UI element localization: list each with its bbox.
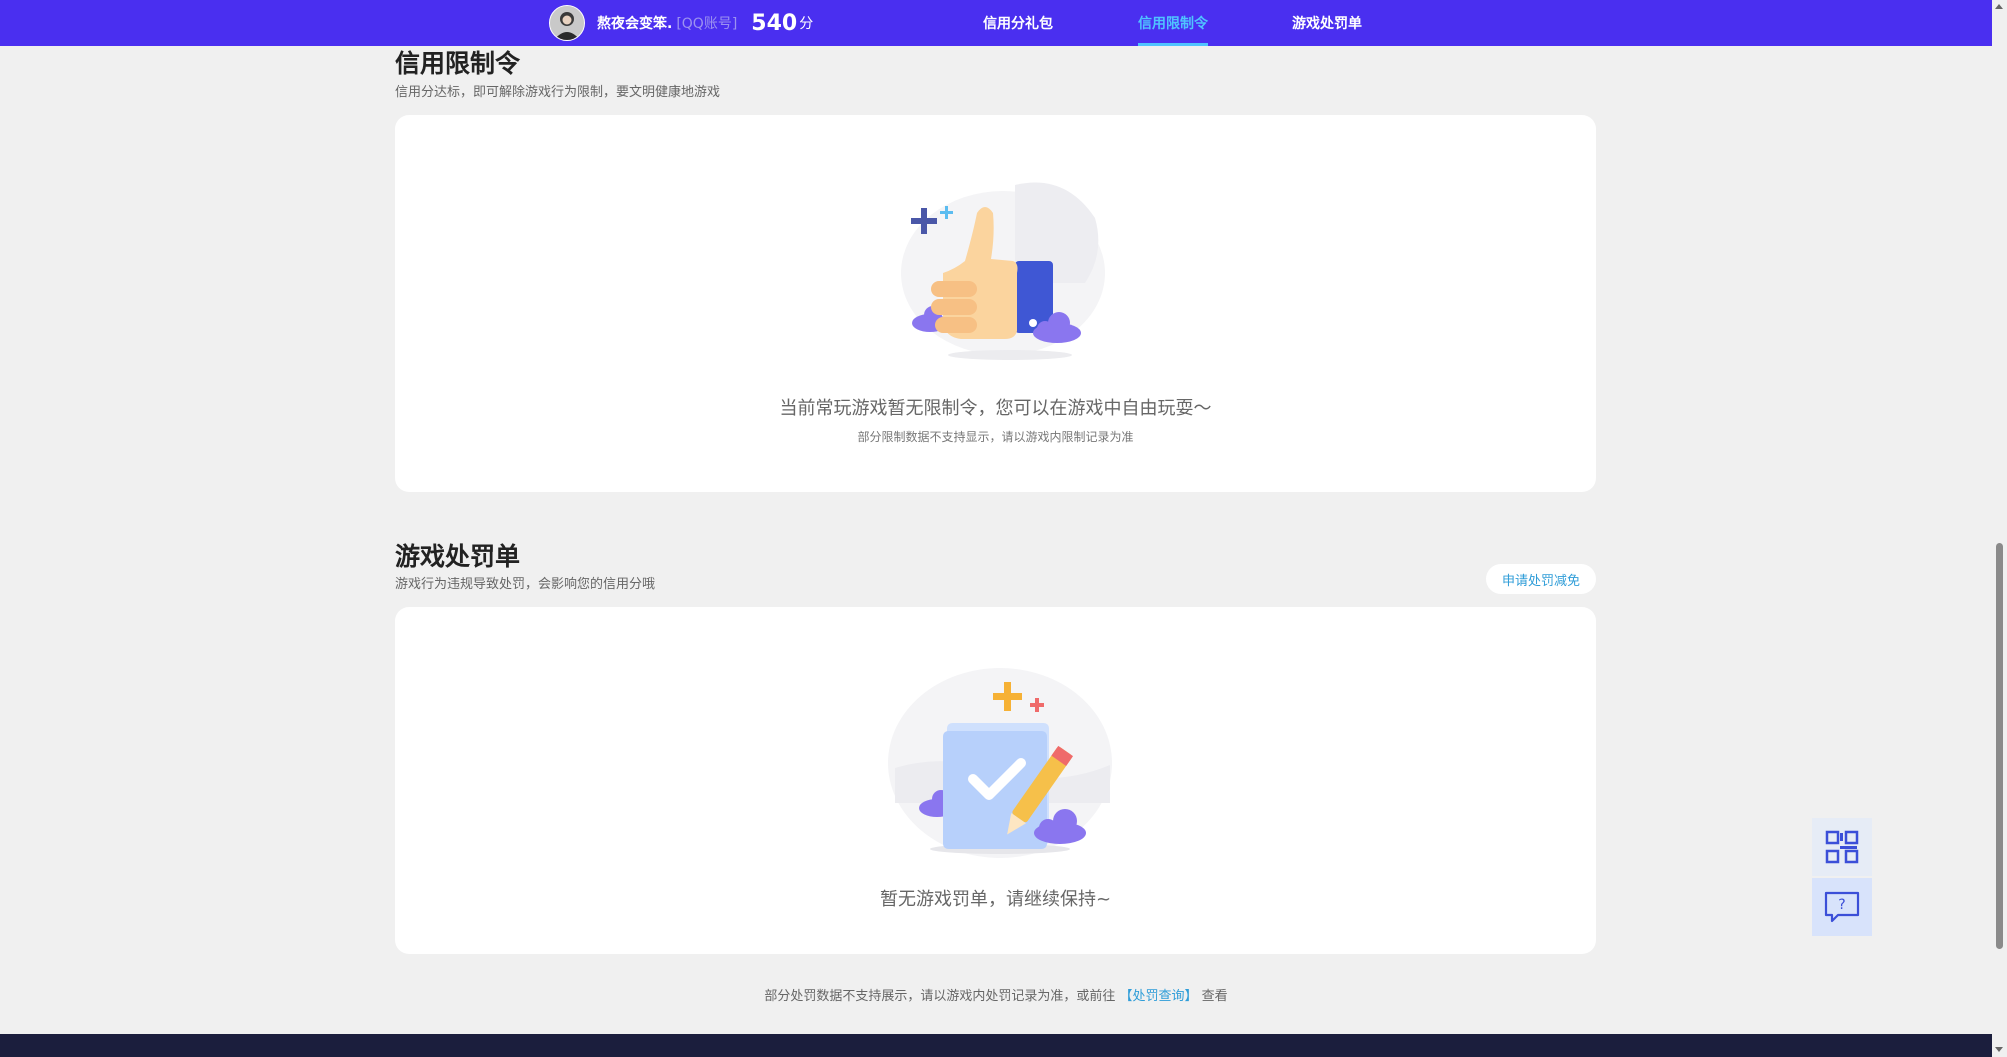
- account-type: [QQ账号]: [676, 16, 738, 32]
- restriction-note: 部分限制数据不支持显示，请以游戏内限制记录为准: [857, 430, 1134, 444]
- scroll-up-arrow[interactable]: [1995, 4, 2003, 9]
- penalty-empty-text: 暂无游戏罚单，请继续保持~: [879, 889, 1112, 910]
- qrcode-button[interactable]: [1812, 818, 1872, 876]
- penalty-query-link[interactable]: 【处罚查询】: [1119, 989, 1197, 1004]
- thumbs-up-illustration: [895, 173, 1105, 363]
- penalty-footnote: 部分处罚数据不支持展示，请以游戏内处罚记录为准，或前往 【处罚查询】 查看: [0, 985, 1992, 1004]
- scroll-thumb[interactable]: [1996, 543, 2003, 949]
- restriction-section-subtitle: 信用分达标，即可解除游戏行为限制，要文明健康地游戏: [395, 85, 721, 100]
- username: 熬夜会变笨.: [597, 16, 673, 32]
- svg-text:?: ?: [1838, 897, 1845, 913]
- tab-credit-gift[interactable]: 信用分礼包: [983, 0, 1053, 46]
- tab-game-penalty[interactable]: 游戏处罚单: [1292, 0, 1362, 46]
- penalty-card: 暂无游戏罚单，请继续保持~: [395, 607, 1596, 954]
- restriction-card: 当前常玩游戏暂无限制令，您可以在游戏中自由玩耍～ 部分限制数据不支持显示，请以游…: [395, 115, 1596, 492]
- qrcode-icon: [1825, 830, 1859, 864]
- scroll-down-arrow[interactable]: [1995, 1047, 2003, 1052]
- help-feedback-button[interactable]: ?: [1812, 878, 1872, 936]
- penalty-section-title: 游戏处罚单: [395, 542, 521, 571]
- restriction-empty-text: 当前常玩游戏暂无限制令，您可以在游戏中自由玩耍～: [779, 398, 1212, 419]
- restriction-section-title: 信用限制令: [395, 49, 521, 78]
- avatar[interactable]: [549, 5, 585, 41]
- user-info: 熬夜会变笨. [QQ账号] 540 分: [549, 5, 813, 41]
- top-navigation-bar: 熬夜会变笨. [QQ账号] 540 分 信用分礼包 信用限制令 游戏处罚单: [0, 0, 1992, 46]
- help-chat-icon: ?: [1824, 891, 1860, 923]
- credit-score-unit: 分: [799, 16, 814, 32]
- tab-credit-restriction[interactable]: 信用限制令: [1138, 0, 1208, 46]
- credit-score: 540: [751, 10, 798, 36]
- apply-penalty-reduction-button[interactable]: 申请处罚减免: [1486, 564, 1596, 594]
- page-footer-bar: [0, 1034, 1992, 1057]
- footnote-text: 部分处罚数据不支持展示，请以游戏内处罚记录为准，或前往: [764, 989, 1116, 1004]
- page-scrollbar[interactable]: [1992, 0, 2007, 1057]
- penalty-section-subtitle: 游戏行为违规导致处罚，会影响您的信用分哦: [395, 577, 656, 592]
- checklist-illustration: [885, 653, 1115, 858]
- footnote-suffix: 查看: [1201, 989, 1228, 1004]
